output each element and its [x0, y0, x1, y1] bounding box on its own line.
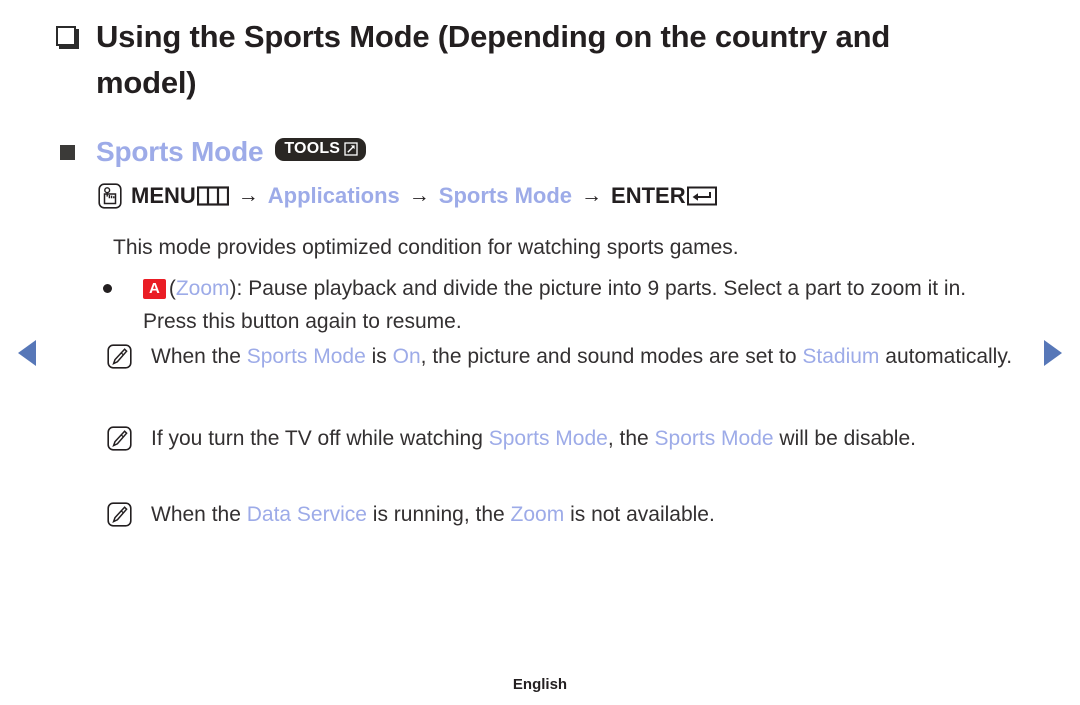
note-text: When the Sports Mode is On, the picture … — [151, 339, 1012, 375]
note-highlight-term: Zoom — [510, 503, 565, 526]
note-row: If you turn the TV off while watching Sp… — [107, 421, 1037, 457]
note-plain-text: When the — [151, 503, 247, 526]
note-plain-text: is running, the — [366, 503, 511, 526]
menu-columns-icon — [196, 186, 229, 206]
section-heading: Sports Mode TOOLS — [60, 136, 367, 168]
footer-language-label: English — [512, 676, 568, 693]
note-plain-text: When the — [151, 345, 247, 368]
path-arrow-1: → — [237, 184, 259, 207]
note-text: When the Data Service is running, the Zo… — [151, 497, 715, 533]
tools-badge[interactable]: TOOLS — [275, 137, 367, 161]
list-item-zoom-text: A (Zoom): Pause playback and divide the p… — [143, 272, 1013, 338]
note-highlight-term: On — [392, 345, 421, 368]
note-pencil-icon — [107, 426, 132, 451]
note-plain-text: is not available. — [564, 503, 715, 526]
section-heading-text: Sports Mode — [96, 136, 264, 167]
note-row: When the Data Service is running, the Zo… — [107, 497, 1037, 533]
page-title: Using the Sports Mode (Depending on the … — [56, 14, 986, 106]
note-pencil-icon — [107, 502, 132, 527]
note-plain-text: , the picture and sound modes are set to — [420, 345, 803, 368]
enter-return-icon — [686, 186, 717, 206]
box-arrow-up-right-icon — [344, 141, 358, 156]
note-plain-text: automatically. — [879, 345, 1013, 368]
bullet-dot-icon — [103, 284, 112, 293]
triangle-left-icon[interactable] — [18, 340, 36, 366]
triangle-right-icon[interactable] — [1044, 340, 1062, 366]
path-step-sports-mode[interactable]: Sports Mode — [439, 183, 572, 209]
note-pencil-icon — [107, 344, 132, 369]
menu-label: MENU — [131, 183, 196, 208]
path-step-applications[interactable]: Applications — [268, 183, 400, 209]
description-text: This mode provides optimized condition f… — [113, 236, 739, 259]
note-plain-text: will be disable. — [773, 427, 916, 450]
path-arrow-2: → — [408, 184, 430, 207]
red-a-key-icon: A — [143, 279, 166, 299]
manual-page: Using the Sports Mode (Depending on the … — [0, 0, 1080, 705]
page-title-text: Using the Sports Mode (Depending on the … — [96, 19, 891, 100]
note-highlight-term: Sports Mode — [654, 427, 774, 450]
note-text: If you turn the TV off while watching Sp… — [151, 421, 916, 457]
filled-square-bullet-icon — [60, 144, 75, 160]
note-plain-text: , the — [607, 427, 655, 450]
path-arrow-3: → — [581, 184, 603, 207]
zoom-label: Zoom — [175, 277, 230, 300]
menu-path: MENU → Applications → Sports Mode → ENTE… — [98, 183, 717, 209]
outlined-square-bullet-icon — [56, 26, 76, 46]
note-plain-text: If you turn the TV off while watching — [151, 427, 489, 450]
note-row: When the Sports Mode is On, the picture … — [107, 339, 1037, 375]
note-plain-text: is — [365, 345, 393, 368]
note-highlight-term: Data Service — [246, 503, 367, 526]
note-highlight-term: Sports Mode — [488, 427, 608, 450]
note-highlight-term: Sports Mode — [246, 345, 366, 368]
zoom-paren-open: ( — [168, 277, 176, 300]
hand-press-button-icon — [98, 183, 122, 209]
note-highlight-term: Stadium — [802, 345, 880, 368]
zoom-rest-text: ): Pause playback and divide the picture… — [143, 277, 967, 333]
enter-label: ENTER — [611, 183, 686, 208]
list-item-zoom: A (Zoom): Pause playback and divide the p… — [103, 272, 1013, 338]
tools-badge-label: TOOLS — [284, 139, 341, 157]
